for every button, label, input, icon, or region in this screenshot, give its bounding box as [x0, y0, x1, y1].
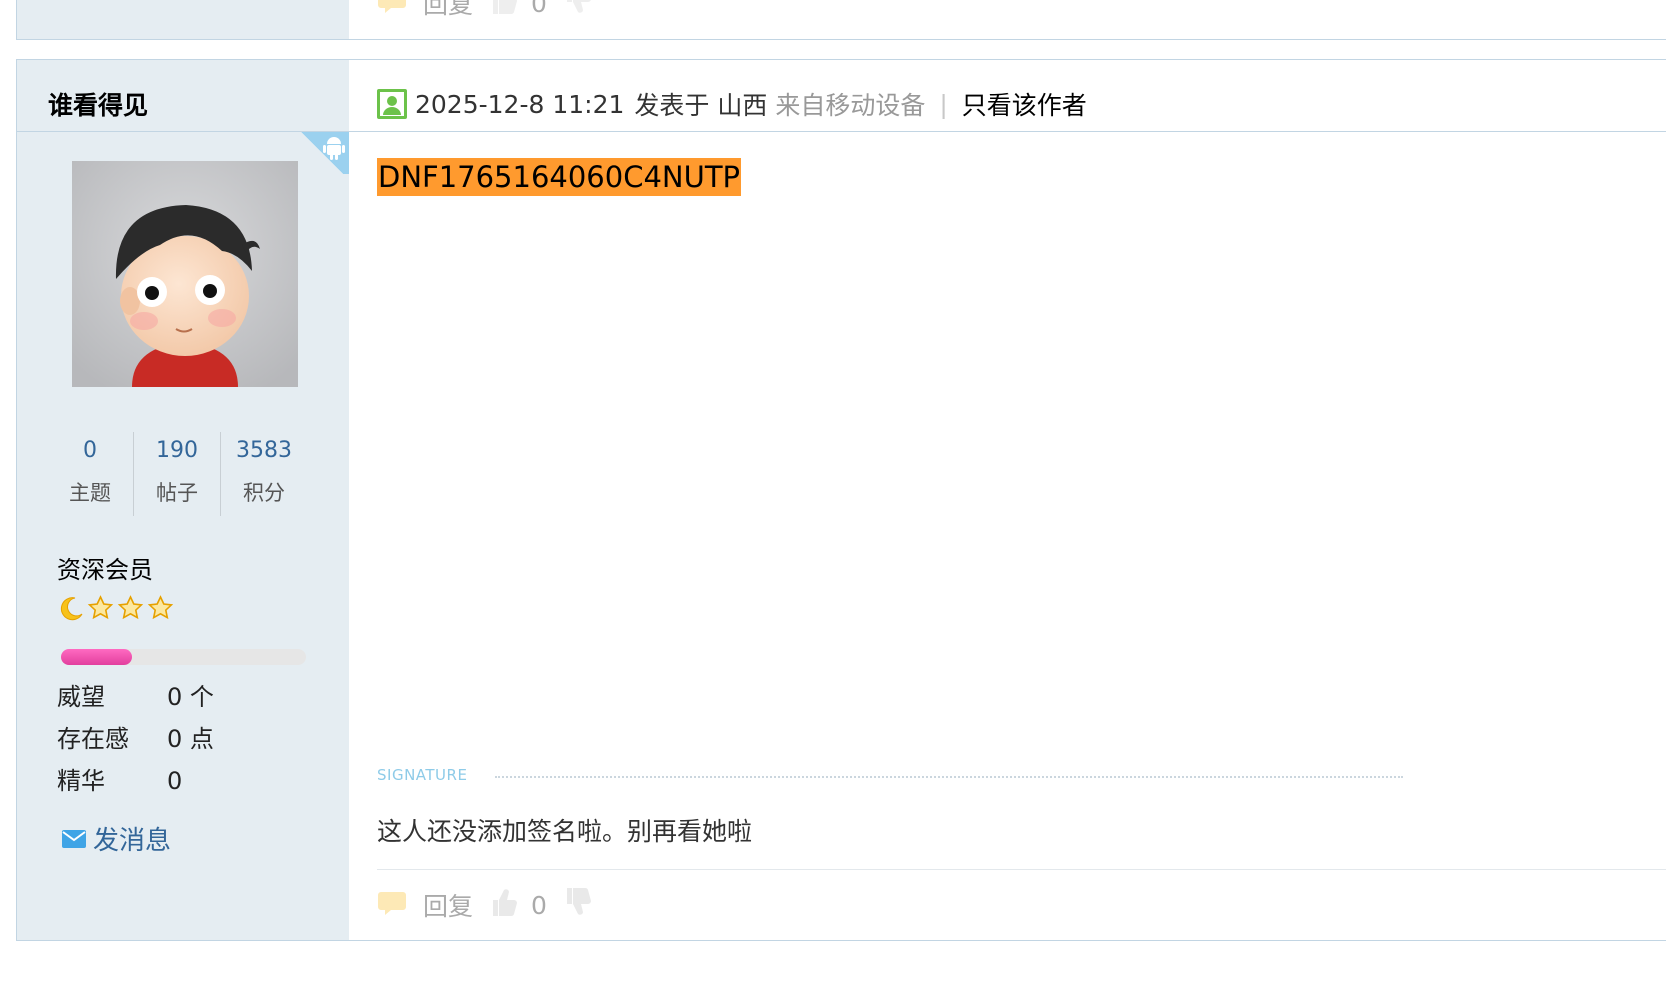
avatar[interactable]	[72, 161, 298, 387]
star-icon	[87, 595, 114, 620]
online-status-icon	[377, 89, 407, 119]
mobile-device-note[interactable]: 来自移动设备	[775, 86, 925, 122]
android-icon	[323, 137, 345, 160]
stat-value: 0	[83, 438, 97, 463]
send-message-label: 发消息	[93, 826, 172, 856]
reply-icon[interactable]	[377, 888, 409, 922]
info-row-prestige: 威望 0 个	[57, 676, 214, 718]
info-key: 威望	[57, 683, 105, 711]
android-badge	[295, 132, 349, 174]
posted-at: 发表于 山西	[634, 91, 768, 120]
post-actions: 回复 0	[377, 886, 591, 924]
stat-value: 3583	[236, 438, 292, 463]
signature-label: SIGNATURE	[377, 766, 468, 784]
thumbs-up-icon[interactable]	[487, 886, 518, 924]
forum-post: 谁看得见 0 主题 190 帖子 3583 积分 资深会员 威望 0 个 存在感…	[16, 59, 1666, 941]
stat-label: 帖子	[156, 481, 198, 505]
signature-divider	[495, 776, 1403, 778]
stat-label: 积分	[243, 481, 285, 505]
star-icon	[117, 595, 144, 620]
previous-post-sidebar	[17, 0, 349, 39]
like-count: 0	[531, 0, 547, 18]
thumbs-down-icon[interactable]	[561, 886, 591, 924]
info-key: 存在感	[57, 725, 129, 753]
stat-label: 主题	[69, 481, 111, 505]
author-info: 威望 0 个 存在感 0 点 精华 0	[57, 676, 214, 802]
divider	[377, 869, 1666, 870]
moon-icon	[60, 597, 83, 621]
experience-bar-fill	[61, 649, 133, 665]
info-key: 精华	[57, 767, 105, 795]
previous-post-actions: 回复 0	[377, 0, 591, 22]
info-row-digest: 精华 0	[57, 760, 214, 802]
stat-posts[interactable]: 190 帖子	[133, 432, 220, 516]
experience-bar	[61, 649, 306, 665]
info-value: 0	[167, 767, 183, 795]
author-stats: 0 主题 190 帖子 3583 积分	[47, 432, 307, 516]
info-value: 0 个	[167, 683, 214, 711]
post-date: 2025-12-8 11:21	[415, 89, 625, 119]
info-row-presence: 存在感 0 点	[57, 718, 214, 760]
divider	[349, 131, 1666, 132]
thumbs-up-icon[interactable]	[487, 0, 518, 22]
author-sidebar: 谁看得见 0 主题 190 帖子 3583 积分 资深会员 威望 0 个 存在感…	[17, 60, 349, 940]
post-content: DNF1765164060C4NUTP	[377, 158, 742, 196]
star-icon	[147, 595, 174, 620]
separator: |	[939, 89, 948, 119]
only-author-link[interactable]: 只看该作者	[962, 86, 1087, 122]
info-value: 0 点	[167, 725, 214, 753]
level-icons	[57, 595, 174, 622]
stat-topics[interactable]: 0 主题	[47, 432, 133, 516]
thumbs-down-icon[interactable]	[561, 0, 591, 22]
reply-icon[interactable]	[377, 0, 409, 20]
user-group[interactable]: 资深会员	[57, 550, 153, 585]
reply-link[interactable]: 回复	[423, 0, 473, 21]
reply-link[interactable]: 回复	[423, 887, 473, 923]
stat-points[interactable]: 3583 积分	[220, 432, 307, 516]
post-header: 2025-12-8 11:21 发表于 山西 来自移动设备 | 只看该作者	[377, 86, 1087, 122]
previous-post: 回复 0	[16, 0, 1666, 40]
send-message-link[interactable]: 发消息	[61, 820, 171, 857]
envelope-icon	[62, 829, 86, 848]
author-name[interactable]: 谁看得见	[48, 86, 148, 122]
signature-text: 这人还没添加签名啦。别再看她啦	[377, 817, 753, 846]
like-count: 0	[531, 890, 547, 920]
stat-value: 190	[156, 438, 198, 463]
